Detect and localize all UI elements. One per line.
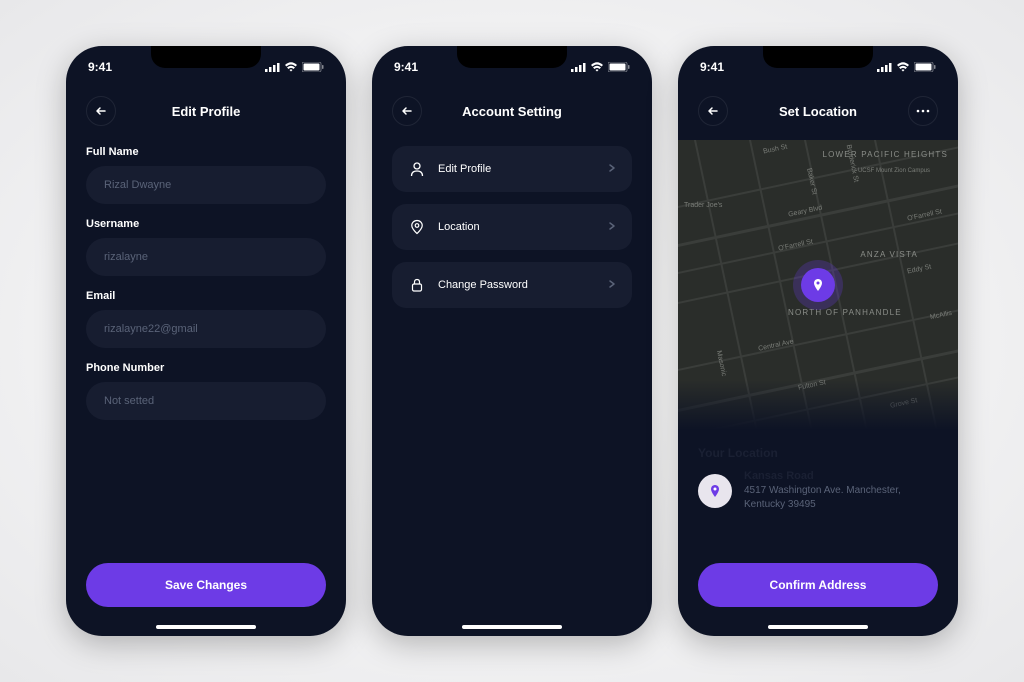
phone-edit-profile: 9:41 Edit Profile Full Name Rizal Dwayne… [66, 46, 346, 636]
header: Account Setting [372, 78, 652, 140]
page-title: Account Setting [462, 104, 562, 119]
arrow-left-icon [94, 104, 108, 118]
phone-account-setting: 9:41 Account Setting Edit Profile Locati [372, 46, 652, 636]
signal-icon [877, 62, 892, 72]
chevron-right-icon [608, 276, 616, 294]
header: Set Location [678, 78, 958, 140]
field-phone: Phone Number Not setted [86, 362, 326, 420]
confirm-button[interactable]: Confirm Address [698, 563, 938, 607]
field-fullname: Full Name Rizal Dwayne [86, 146, 326, 204]
location-name: Kansas Road [744, 470, 938, 482]
form-content: Full Name Rizal Dwayne Username rizalayn… [66, 140, 346, 563]
battery-icon [302, 62, 324, 72]
settings-list: Edit Profile Location Change Password [372, 140, 652, 625]
field-email: Email rizalayne22@gmail [86, 290, 326, 348]
location-text: Kansas Road 4517 Washington Ave. Manches… [744, 470, 938, 512]
status-time: 9:41 [394, 60, 418, 74]
wifi-icon [284, 62, 298, 72]
status-indicators [877, 62, 936, 72]
notch [763, 46, 873, 68]
status-time: 9:41 [88, 60, 112, 74]
lock-icon [408, 276, 426, 294]
notch [457, 46, 567, 68]
page-title: Edit Profile [172, 104, 241, 119]
setting-edit-profile[interactable]: Edit Profile [392, 146, 632, 192]
map-street-label: Bush St [763, 144, 788, 156]
home-indicator[interactable] [462, 625, 562, 629]
map-street-label: Masonic [715, 350, 727, 377]
phone-set-location: 9:41 Set Location [678, 46, 958, 636]
email-input[interactable]: rizalayne22@gmail [86, 310, 326, 348]
home-indicator[interactable] [156, 625, 256, 629]
email-label: Email [86, 290, 326, 302]
location-section: Your Location Kansas Road 4517 Washingto… [678, 430, 958, 522]
save-button[interactable]: Save Changes [86, 563, 326, 607]
username-label: Username [86, 218, 326, 230]
setting-change-password[interactable]: Change Password [392, 262, 632, 308]
status-time: 9:41 [700, 60, 724, 74]
wifi-icon [590, 62, 604, 72]
back-button[interactable] [698, 96, 728, 126]
map-street-label: McAllis [929, 310, 952, 321]
map-area-label: ANZA VISTA [860, 250, 918, 259]
map-pin[interactable] [801, 268, 835, 302]
map-area-label: LOWER PACIFIC HEIGHTS [822, 150, 948, 159]
location-content: LOWER PACIFIC HEIGHTS UCSF Mount Zion Ca… [678, 140, 958, 563]
chevron-right-icon [608, 218, 616, 236]
user-icon [408, 160, 426, 178]
map-street-label: Eddy St [907, 264, 932, 276]
location-heading: Your Location [698, 446, 938, 460]
setting-location[interactable]: Location [392, 204, 632, 250]
back-button[interactable] [392, 96, 422, 126]
signal-icon [571, 62, 586, 72]
wifi-icon [896, 62, 910, 72]
battery-icon [914, 62, 936, 72]
map-street-label: Central Ave [758, 338, 795, 352]
chevron-right-icon [608, 160, 616, 178]
setting-label: Change Password [438, 279, 596, 291]
fullname-label: Full Name [86, 146, 326, 158]
phone-input[interactable]: Not setted [86, 382, 326, 420]
status-indicators [571, 62, 630, 72]
location-pin-circle [698, 474, 732, 508]
map-street-label: O'Farrell St [778, 238, 814, 252]
page-title: Set Location [779, 104, 857, 119]
pin-icon [708, 484, 722, 498]
map-poi-label: Trader Joe's [684, 202, 722, 209]
more-button[interactable] [908, 96, 938, 126]
home-indicator[interactable] [768, 625, 868, 629]
location-address: 4517 Washington Ave. Manchester, Kentuck… [744, 484, 938, 512]
map-street-label: Baker St [805, 168, 817, 196]
header: Edit Profile [66, 78, 346, 140]
field-username: Username rizalayne [86, 218, 326, 276]
phone-label: Phone Number [86, 362, 326, 374]
arrow-left-icon [400, 104, 414, 118]
pin-icon [811, 278, 825, 292]
setting-label: Location [438, 221, 596, 233]
username-input[interactable]: rizalayne [86, 238, 326, 276]
location-row: Kansas Road 4517 Washington Ave. Manches… [698, 470, 938, 512]
map[interactable]: LOWER PACIFIC HEIGHTS UCSF Mount Zion Ca… [678, 140, 958, 430]
battery-icon [608, 62, 630, 72]
notch [151, 46, 261, 68]
fullname-input[interactable]: Rizal Dwayne [86, 166, 326, 204]
more-icon [916, 109, 930, 113]
status-indicators [265, 62, 324, 72]
map-poi-label: UCSF Mount Zion Campus [858, 168, 930, 174]
location-icon [408, 218, 426, 236]
signal-icon [265, 62, 280, 72]
map-area-label: NORTH OF PANHANDLE [788, 308, 902, 317]
arrow-left-icon [706, 104, 720, 118]
setting-label: Edit Profile [438, 163, 596, 175]
back-button[interactable] [86, 96, 116, 126]
